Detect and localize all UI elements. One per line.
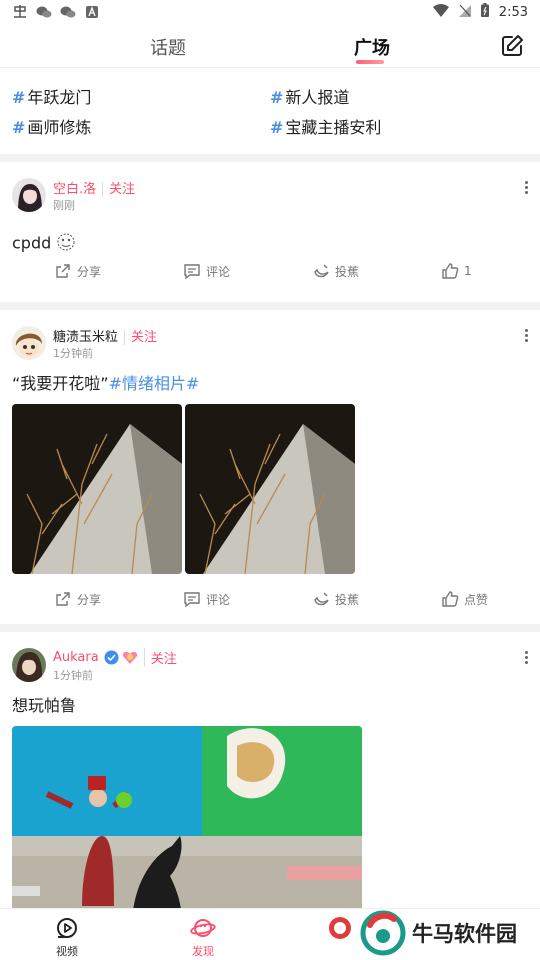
- username[interactable]: Aukara: [53, 650, 99, 665]
- banana-button[interactable]: 投蕉: [312, 262, 359, 280]
- section-divider: [0, 302, 540, 310]
- share-icon: [56, 264, 70, 278]
- feed-post: 糖渍玉米粒 关注 1分钟前 “我要开花啦”#情绪相片# 分享 评论 投蕉 点赞: [0, 310, 540, 622]
- post-photo[interactable]: [185, 404, 355, 574]
- avatar[interactable]: [12, 178, 46, 212]
- nav-discover[interactable]: 发现: [173, 915, 233, 959]
- battery-icon: [480, 3, 489, 21]
- hash-icon: #: [12, 88, 26, 107]
- vip-badge-icon: [122, 650, 138, 665]
- wifi-icon: [432, 3, 449, 21]
- active-tab-indicator: [356, 60, 384, 64]
- tab-square[interactable]: 广场: [354, 34, 390, 60]
- topic-tag[interactable]: # 画师修炼: [12, 114, 91, 138]
- notification-icons: [12, 5, 100, 19]
- sticker-icon: [56, 232, 76, 256]
- app-notification-icon: [12, 5, 28, 19]
- top-tab-bar: 话题 广场: [0, 24, 540, 68]
- post-time: 1分钟前: [53, 669, 93, 682]
- post-text: “我要开花啦”: [12, 374, 109, 393]
- wechat-icon: [36, 5, 52, 19]
- topic-tag[interactable]: # 年跃龙门: [12, 84, 91, 108]
- more-icon[interactable]: [522, 180, 530, 196]
- comment-icon: [184, 592, 200, 608]
- wechat-icon: [60, 5, 76, 19]
- post-photo[interactable]: [12, 404, 182, 574]
- feed-post: 空白.洛 关注 刚刚 cpdd 分享 评论 投蕉 1: [0, 162, 540, 302]
- tab-topics[interactable]: 话题: [150, 34, 186, 60]
- post-actions: 分享 评论 投蕉 1: [0, 262, 540, 292]
- no-signal-icon: [458, 4, 471, 21]
- thumbs-up-icon: [442, 263, 459, 279]
- post-actions: 分享 评论 投蕉 点赞: [0, 590, 540, 620]
- like-button[interactable]: 1: [441, 262, 472, 280]
- video-icon: [57, 918, 77, 938]
- follow-button[interactable]: 关注: [102, 182, 136, 197]
- topic-tag[interactable]: # 新人报道: [270, 84, 349, 108]
- post-time: 刚刚: [53, 199, 75, 212]
- nav-video[interactable]: 视频: [37, 915, 97, 959]
- comment-button[interactable]: 评论: [183, 262, 230, 280]
- share-button[interactable]: 分享: [54, 590, 101, 608]
- post-photo[interactable]: [12, 726, 362, 908]
- feed-post: Aukara 关注 1分钟前 想玩帕鲁: [0, 632, 540, 908]
- topic-tag[interactable]: # 宝藏主播安利: [270, 114, 381, 138]
- status-bar: 2:53: [0, 0, 540, 24]
- section-divider: [0, 154, 540, 162]
- share-button[interactable]: 分享: [54, 262, 101, 280]
- comment-icon: [184, 264, 200, 280]
- post-text: 想玩帕鲁: [12, 696, 77, 715]
- share-icon: [56, 592, 70, 606]
- banana-icon: [314, 264, 329, 278]
- banana-icon: [314, 592, 329, 606]
- more-icon[interactable]: [522, 328, 530, 344]
- thumbs-up-icon: [442, 591, 459, 607]
- watermark-text: 牛马软件园: [412, 922, 517, 946]
- follow-button[interactable]: 关注: [124, 330, 158, 345]
- section-divider: [0, 624, 540, 632]
- avatar[interactable]: [12, 326, 46, 360]
- comment-button[interactable]: 评论: [183, 590, 230, 608]
- edit-icon[interactable]: [500, 34, 524, 58]
- banana-button[interactable]: 投蕉: [312, 590, 359, 608]
- planet-icon: [190, 919, 216, 937]
- post-time: 1分钟前: [53, 347, 93, 360]
- topic-tags: # 年跃龙门 # 新人报道 # 画师修炼 # 宝藏主播安利: [0, 80, 540, 154]
- status-time: 2:53: [498, 4, 528, 20]
- font-app-icon: [84, 5, 100, 19]
- avatar[interactable]: [12, 648, 46, 682]
- hash-icon: #: [12, 118, 26, 137]
- red-circle-icon: [329, 917, 351, 939]
- username[interactable]: 空白.洛: [53, 182, 96, 197]
- username[interactable]: 糖渍玉米粒: [53, 330, 118, 345]
- post-text: cpdd: [12, 233, 52, 253]
- watermark-logo: [360, 910, 406, 956]
- follow-button[interactable]: 关注: [143, 648, 177, 667]
- verified-badge-icon: [104, 650, 119, 665]
- hash-icon: #: [270, 88, 284, 107]
- like-button[interactable]: 点赞: [441, 590, 488, 608]
- hash-icon: #: [270, 118, 284, 137]
- watermark: 牛马软件园: [360, 910, 517, 956]
- more-icon[interactable]: [522, 650, 530, 666]
- post-topic-link[interactable]: #情绪相片#: [109, 374, 200, 393]
